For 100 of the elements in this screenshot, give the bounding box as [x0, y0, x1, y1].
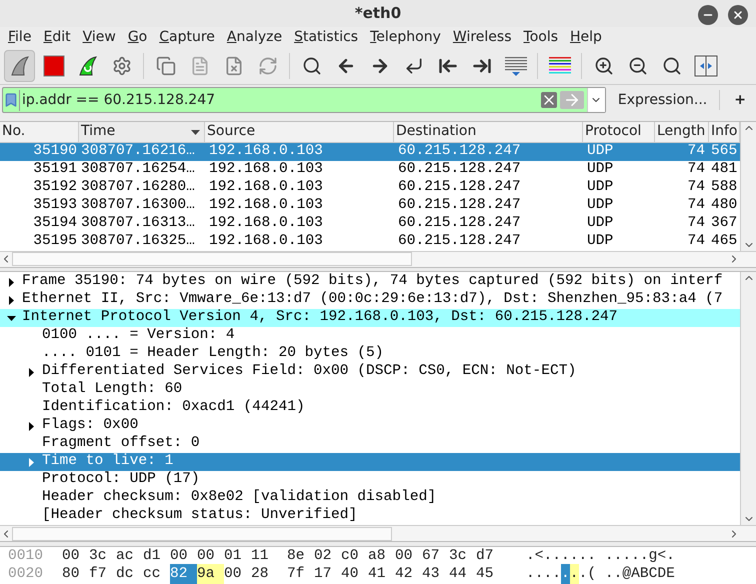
column-header[interactable]: Time [79, 122, 205, 142]
packet-row[interactable]: 35194 308707.16313… 192.168.0.103 60.215.128.247 UDP 74 367 [0, 214, 740, 233]
packet-cell-text: 60.215.128.247 [397, 214, 522, 233]
close-button[interactable] [728, 5, 748, 25]
packet-cell-text: 60.215.128.247 [397, 232, 522, 251]
add-filter-button[interactable]: + [726, 90, 754, 111]
menu-item[interactable]: Tools [518, 27, 564, 48]
close-file-icon [224, 56, 244, 76]
packet-cell-text: 74 [686, 178, 706, 197]
tree-row[interactable]: Flags: 0x00 [0, 417, 740, 436]
menu-item[interactable]: Capture [153, 27, 221, 48]
tree-row[interactable]: Time to live: 1 [0, 453, 740, 472]
packet-row[interactable]: 35193 308707.16300… 192.168.0.103 60.215.128.247 UDP 74 480 [0, 196, 740, 215]
menu-item[interactable]: Wireless [446, 27, 518, 48]
minimize-button[interactable] [698, 5, 718, 25]
shark-fin-icon [8, 55, 30, 78]
menu-item[interactable]: Statistics [288, 27, 364, 48]
packet-cell-text: 367 [710, 214, 738, 233]
menu-item[interactable]: Help [564, 27, 608, 48]
packet-cell-text: 308707.16313… [80, 214, 196, 233]
hex-byte[interactable]: 9a [197, 564, 224, 584]
expand-arrow-icon[interactable] [26, 422, 36, 431]
menu-item[interactable]: View [76, 27, 122, 48]
horizontal-scrollbar[interactable] [0, 525, 756, 542]
packet-cell-text: 192.168.0.103 [208, 196, 324, 215]
packet-cell-text: UDP [586, 214, 614, 233]
expand-arrow-icon[interactable] [26, 368, 36, 377]
ascii-text: .... [526, 565, 562, 584]
packet-cell-text: 74 [686, 160, 706, 179]
packet-row[interactable]: 35190 308707.16216… 192.168.0.103 60.215.128.247 UDP 74 565 [0, 142, 740, 161]
packet-cell-text: UDP [586, 142, 614, 161]
sort-arrow-icon [191, 130, 200, 136]
file-icon [190, 56, 210, 76]
packet-cell-text: 465 [710, 232, 738, 251]
packet-cell-text: 35195 [32, 232, 78, 251]
hex-byte[interactable]: f7 [89, 564, 116, 584]
zoom-in-icon [594, 56, 614, 76]
window-title: *eth0 [354, 3, 402, 24]
tree-row[interactable]: 0100 .... = Version: 4 [0, 327, 740, 346]
packet-cell-text: 308707.16216… [80, 142, 196, 161]
vertical-scrollbar[interactable] [740, 272, 756, 526]
zoom-out-icon [628, 56, 648, 76]
column-header[interactable]: Destination [394, 122, 583, 142]
packet-cell-text: 35192 [32, 178, 78, 197]
expression-button[interactable]: Expression... [612, 90, 714, 111]
packet-cell-text: 192.168.0.103 [208, 142, 324, 161]
packet-row[interactable]: 35195 308707.16325… 192.168.0.103 60.215.128.247 UDP 74 465 [0, 232, 740, 251]
packet-row[interactable]: 35191 308707.16254… 192.168.0.103 60.215.128.247 UDP 74 481 [0, 160, 740, 179]
packet-cell-text: 480 [710, 196, 738, 215]
column-header[interactable]: Length [655, 122, 709, 142]
packet-cell-text: 308707.16325… [80, 232, 196, 251]
menu-item[interactable]: Go [122, 27, 154, 48]
tree-row[interactable]: Protocol: UDP (17) [0, 471, 740, 490]
menu-item[interactable]: Edit [37, 27, 77, 48]
search-icon [302, 56, 322, 76]
tree-row[interactable]: Identification: 0xacd1 (44241) [0, 399, 740, 418]
ascii-text: .( ..@ABCDE [578, 565, 675, 584]
hex-byte[interactable]: 82 [170, 564, 197, 584]
tree-row[interactable]: Internet Protocol Version 4, Src: 192.168.0.103, Dst: 60.215.128.247 [0, 309, 740, 328]
collapse-arrow-icon[interactable] [6, 314, 16, 323]
menu-item[interactable]: Analyze [220, 27, 288, 48]
tree-item-text: Identification: 0xacd1 (44241) [42, 398, 305, 417]
display-filter-field[interactable]: ip.addr == 60.215.128.247 [2, 87, 606, 114]
packet-cell-text: UDP [586, 160, 614, 179]
column-header[interactable]: Source [205, 122, 394, 142]
clear-icon[interactable] [540, 92, 557, 108]
byte-offset: 0020 [8, 565, 44, 584]
settings-icon [112, 56, 132, 76]
tree-item-text: .... 0101 = Header Length: 20 bytes (5) [42, 344, 384, 363]
tree-row[interactable]: Total Length: 60 [0, 381, 740, 400]
packet-cell-text: 588 [710, 178, 738, 197]
tree-row[interactable]: Fragment offset: 0 [0, 435, 740, 454]
packet-cell-text: 60.215.128.247 [397, 142, 522, 161]
packet-cell-text: 60.215.128.247 [397, 178, 522, 197]
packet-cell-text: 308707.16254… [80, 160, 196, 179]
ascii-text: .<...... .....g<. [526, 547, 675, 566]
scrollbar-thumb[interactable] [12, 526, 392, 541]
packet-cell-text: 35193 [32, 196, 78, 215]
tree-item-text: Protocol: UDP (17) [42, 470, 200, 489]
packet-row[interactable]: 35192 308707.16280… 192.168.0.103 60.215.128.247 UDP 74 588 [0, 178, 740, 197]
horizontal-scrollbar[interactable] [0, 250, 756, 267]
tree-row[interactable]: .... 0101 = Header Length: 20 bytes (5) [0, 345, 740, 364]
packet-cell-text: 192.168.0.103 [208, 232, 324, 251]
packet-cell-text: UDP [586, 232, 614, 251]
packet-cell-text: 192.168.0.103 [208, 160, 324, 179]
menu-item[interactable]: File [2, 27, 38, 48]
restart-fin-icon [76, 55, 98, 78]
tree-row[interactable]: Differentiated Services Field: 0x00 (DSCP: CS0, ECN: Not-ECT) [0, 363, 740, 382]
menu-item[interactable]: Telephony [364, 27, 447, 48]
toolbar-button[interactable] [4, 50, 35, 82]
reload-icon [258, 56, 278, 76]
tree-row[interactable]: Header checksum: 0x8e02 [validation disabled] [0, 489, 740, 508]
packet-cell-text: 74 [686, 196, 706, 215]
vertical-scrollbar[interactable] [740, 122, 756, 251]
ascii-text: . [561, 564, 570, 584]
packet-cell-text: 35191 [32, 160, 78, 179]
scrollbar-thumb[interactable] [12, 252, 412, 266]
bookmark-icon [3, 92, 19, 108]
tree-row[interactable]: [Header checksum status: Unverified] [0, 507, 740, 526]
column-header[interactable]: Protocol [583, 122, 655, 142]
